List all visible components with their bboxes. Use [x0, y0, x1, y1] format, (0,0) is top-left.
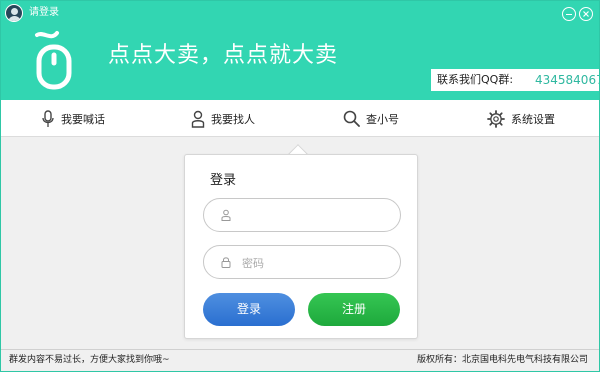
- password-field[interactable]: [203, 245, 401, 279]
- username-field[interactable]: [203, 198, 401, 232]
- gear-icon: [487, 109, 505, 128]
- close-icon: [583, 11, 589, 17]
- avatar-head: [11, 8, 18, 15]
- nav-bar: 我要喊话 我要找人 查小号 系统设置: [1, 100, 599, 137]
- avatar-body: [8, 16, 21, 21]
- lock-icon: [221, 257, 231, 268]
- status-hint: 群发内容不易过长，方便大家找到你哦~: [9, 355, 170, 365]
- qq-group-number[interactable]: 434584067: [535, 69, 599, 91]
- minimize-button[interactable]: [562, 7, 576, 21]
- user-icon: [221, 209, 231, 221]
- login-panel: 登录 登录 注册: [184, 154, 418, 339]
- title-bar: 请登录: [1, 1, 599, 25]
- nav-item-label: 我要喊话: [61, 112, 105, 126]
- username-input[interactable]: [242, 206, 392, 226]
- close-button[interactable]: [579, 7, 593, 21]
- password-input[interactable]: [242, 253, 392, 273]
- nav-item-settings[interactable]: 系统设置: [487, 100, 555, 137]
- qq-group-box: 联系我们QQ群: 434584067: [431, 69, 599, 91]
- nav-item-check-alt[interactable]: 查小号: [343, 100, 399, 137]
- copyright-text: 版权所有：北京国电科先电气科技有限公司: [417, 355, 589, 365]
- person-icon: [191, 110, 205, 128]
- nav-item-find-person[interactable]: 我要找人: [191, 100, 255, 137]
- nav-item-label: 查小号: [366, 112, 399, 126]
- nav-item-label: 系统设置: [511, 112, 555, 126]
- qq-group-label: 联系我们QQ群:: [437, 73, 514, 86]
- avatar[interactable]: [5, 4, 23, 22]
- minimize-icon: [566, 14, 572, 15]
- login-title: 登录: [210, 173, 237, 188]
- search-icon: [343, 110, 360, 127]
- header-banner: 请登录 点点大卖，点点就大卖 联系我们QQ群: 434584067: [1, 1, 599, 100]
- login-button[interactable]: 登录: [203, 293, 295, 326]
- app-window: 请登录 点点大卖，点点就大卖 联系我们QQ群: 434584067 我要喊话 我…: [0, 0, 600, 372]
- status-bar: 群发内容不易过长，方便大家找到你哦~ 版权所有：北京国电科先电气科技有限公司: [1, 349, 599, 371]
- slogan: 点点大卖，点点就大卖: [108, 43, 339, 68]
- microphone-icon: [42, 109, 54, 127]
- mouse-logo-icon: [35, 31, 72, 90]
- register-button[interactable]: 注册: [308, 293, 400, 326]
- window-title: 请登录: [29, 7, 59, 18]
- nav-item-label: 我要找人: [211, 112, 255, 126]
- nav-item-shout[interactable]: 我要喊话: [41, 100, 105, 137]
